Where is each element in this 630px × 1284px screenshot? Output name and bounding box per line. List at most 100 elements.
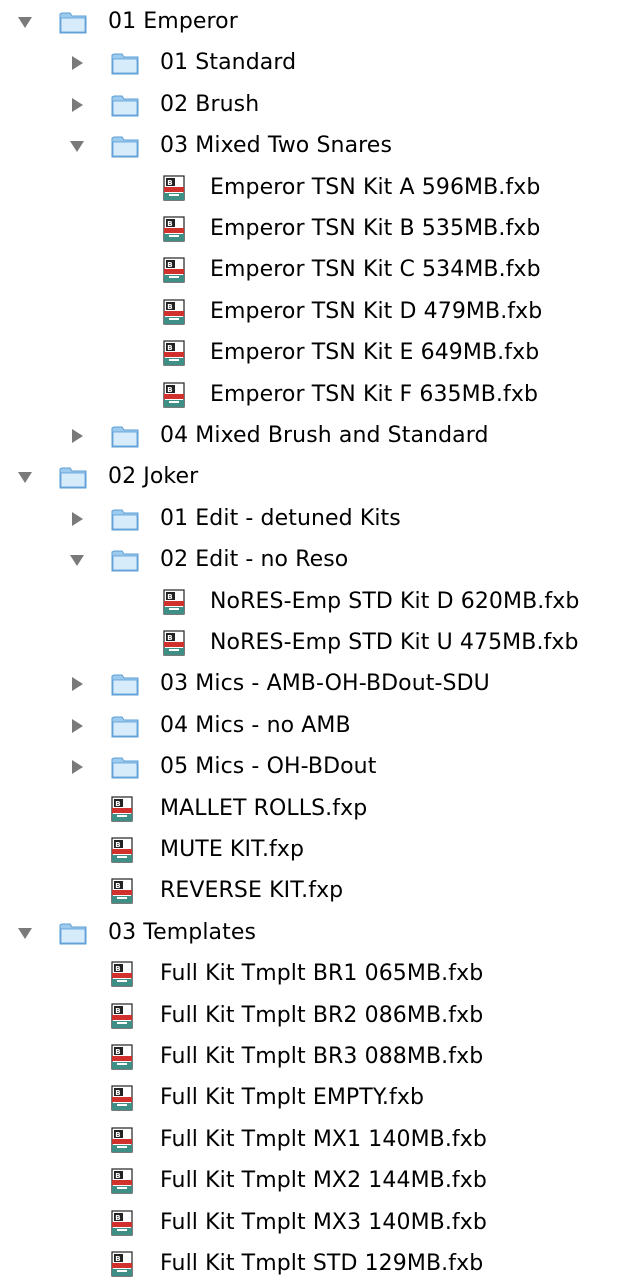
- tree-row-file[interactable]: B Emperor TSN Kit B 535MB.fxb: [0, 209, 630, 249]
- fxb-file-icon: B: [160, 630, 190, 656]
- tree-row-folder[interactable]: 04 Mixed Brush and Standard: [0, 416, 630, 456]
- svg-text:B: B: [115, 882, 120, 890]
- svg-text:B: B: [115, 841, 120, 849]
- file-label: MUTE KIT.fxp: [160, 837, 305, 862]
- disclosure-triangle-collapsed-icon[interactable]: [68, 675, 86, 693]
- tree-row-folder[interactable]: 03 Mixed Two Snares: [0, 126, 630, 166]
- svg-text:B: B: [115, 1007, 120, 1015]
- fxb-file-icon: B: [108, 1003, 138, 1029]
- disclosure-triangle-collapsed-icon[interactable]: [68, 758, 86, 776]
- tree-row-folder[interactable]: 04 Mics - no AMB: [0, 706, 630, 746]
- file-label: Full Kit Tmplt MX2 144MB.fxb: [160, 1168, 487, 1193]
- tree-row-folder[interactable]: 05 Mics - OH-BDout: [0, 747, 630, 787]
- disclosure-triangle-collapsed-icon[interactable]: [68, 54, 86, 72]
- file-label: Full Kit Tmplt MX1 140MB.fxb: [160, 1127, 487, 1152]
- fxb-file-icon: B: [160, 340, 190, 366]
- disclosure-triangle-expanded-icon[interactable]: [16, 13, 34, 31]
- svg-text:B: B: [167, 303, 172, 311]
- folder-icon: [58, 464, 88, 490]
- svg-text:B: B: [115, 1172, 120, 1180]
- folder-label: 02 Edit - no Reso: [160, 547, 349, 572]
- tree-row-file[interactable]: B Emperor TSN Kit C 534MB.fxb: [0, 250, 630, 290]
- disclosure-triangle-collapsed-icon[interactable]: [68, 510, 86, 528]
- tree-row-folder[interactable]: 02 Edit - no Reso: [0, 540, 630, 580]
- folder-label: 02 Brush: [160, 92, 260, 117]
- folder-label: 02 Joker: [108, 464, 199, 489]
- folder-label: 01 Emperor: [108, 9, 238, 34]
- tree-row-file[interactable]: B NoRES-Emp STD Kit D 620MB.fxb: [0, 582, 630, 622]
- tree-row-folder[interactable]: 01 Edit - detuned Kits: [0, 499, 630, 539]
- file-label: Emperor TSN Kit D 479MB.fxb: [210, 299, 543, 324]
- folder-icon: [58, 920, 88, 946]
- file-label: Full Kit Tmplt MX3 140MB.fxb: [160, 1210, 487, 1235]
- svg-text:B: B: [167, 634, 172, 642]
- fxb-file-icon: B: [108, 1210, 138, 1236]
- folder-label: 03 Templates: [108, 920, 257, 945]
- disclosure-triangle-collapsed-icon[interactable]: [68, 717, 86, 735]
- disclosure-triangle-expanded-icon[interactable]: [68, 551, 86, 569]
- folder-label: 04 Mics - no AMB: [160, 713, 351, 738]
- svg-text:B: B: [115, 1089, 120, 1097]
- fxb-file-icon: B: [108, 1127, 138, 1153]
- tree-row-file[interactable]: B Full Kit Tmplt STD 129MB.fxb: [0, 1244, 630, 1284]
- folder-icon: [110, 92, 140, 118]
- tree-row-folder[interactable]: 03 Mics - AMB-OH-BDout-SDU: [0, 664, 630, 704]
- folder-icon: [110, 506, 140, 532]
- svg-text:B: B: [167, 386, 172, 394]
- tree-row-folder[interactable]: 01 Standard: [0, 43, 630, 83]
- fxp-file-icon: B: [108, 796, 138, 822]
- fxb-file-icon: B: [160, 216, 190, 242]
- folder-label: 03 Mixed Two Snares: [160, 133, 393, 158]
- disclosure-triangle-expanded-icon[interactable]: [16, 468, 34, 486]
- tree-row-file[interactable]: B Full Kit Tmplt EMPTY.fxb: [0, 1078, 630, 1118]
- tree-row-file[interactable]: B Full Kit Tmplt BR1 065MB.fxb: [0, 954, 630, 994]
- tree-row-file[interactable]: B Full Kit Tmplt MX2 144MB.fxb: [0, 1161, 630, 1201]
- tree-row-folder[interactable]: 03 Templates: [0, 913, 630, 953]
- tree-row-folder[interactable]: 02 Brush: [0, 85, 630, 125]
- tree-row-file[interactable]: B Full Kit Tmplt BR3 088MB.fxb: [0, 1037, 630, 1077]
- tree-row-folder[interactable]: 02 Joker: [0, 457, 630, 497]
- svg-text:B: B: [167, 261, 172, 269]
- tree-row-file[interactable]: B Full Kit Tmplt MX3 140MB.fxb: [0, 1203, 630, 1243]
- tree-row-file[interactable]: B Emperor TSN Kit A 596MB.fxb: [0, 168, 630, 208]
- fxb-file-icon: B: [108, 1085, 138, 1111]
- folder-icon: [58, 9, 88, 35]
- tree-row-file[interactable]: B Emperor TSN Kit F 635MB.fxb: [0, 375, 630, 415]
- disclosure-triangle-expanded-icon[interactable]: [68, 137, 86, 155]
- tree-row-file[interactable]: B Full Kit Tmplt MX1 140MB.fxb: [0, 1120, 630, 1160]
- tree-row-file[interactable]: B NoRES-Emp STD Kit U 475MB.fxb: [0, 623, 630, 663]
- svg-text:B: B: [115, 800, 120, 808]
- folder-icon: [110, 754, 140, 780]
- tree-row-file[interactable]: B Full Kit Tmplt BR2 086MB.fxb: [0, 996, 630, 1036]
- file-label: Full Kit Tmplt BR3 088MB.fxb: [160, 1044, 484, 1069]
- fxb-file-icon: B: [108, 1251, 138, 1277]
- fxb-file-icon: B: [160, 299, 190, 325]
- svg-text:B: B: [115, 1131, 120, 1139]
- tree-row-file[interactable]: B Emperor TSN Kit E 649MB.fxb: [0, 333, 630, 373]
- fxb-file-icon: B: [108, 1168, 138, 1194]
- file-label: MALLET ROLLS.fxp: [160, 796, 368, 821]
- disclosure-triangle-collapsed-icon[interactable]: [68, 427, 86, 445]
- file-label: REVERSE KIT.fxp: [160, 878, 344, 903]
- fxb-file-icon: B: [108, 961, 138, 987]
- file-label: Emperor TSN Kit C 534MB.fxb: [210, 257, 541, 282]
- tree-row-file[interactable]: B MUTE KIT.fxp: [0, 830, 630, 870]
- tree-row-file[interactable]: B MALLET ROLLS.fxp: [0, 789, 630, 829]
- folder-label: 01 Edit - detuned Kits: [160, 506, 401, 531]
- tree-row-file[interactable]: B Emperor TSN Kit D 479MB.fxb: [0, 292, 630, 332]
- fxb-file-icon: B: [160, 175, 190, 201]
- disclosure-triangle-expanded-icon[interactable]: [16, 924, 34, 942]
- svg-text:B: B: [167, 220, 172, 228]
- fxb-file-icon: B: [160, 257, 190, 283]
- tree-row-folder[interactable]: 01 Emperor: [0, 2, 630, 42]
- svg-text:B: B: [167, 179, 172, 187]
- folder-icon: [110, 423, 140, 449]
- file-label: Emperor TSN Kit A 596MB.fxb: [210, 175, 541, 200]
- fxb-file-icon: B: [160, 589, 190, 615]
- svg-text:B: B: [167, 344, 172, 352]
- fxp-file-icon: B: [108, 837, 138, 863]
- tree-row-file[interactable]: B REVERSE KIT.fxp: [0, 871, 630, 911]
- svg-text:B: B: [167, 593, 172, 601]
- folder-icon: [110, 50, 140, 76]
- disclosure-triangle-collapsed-icon[interactable]: [68, 96, 86, 114]
